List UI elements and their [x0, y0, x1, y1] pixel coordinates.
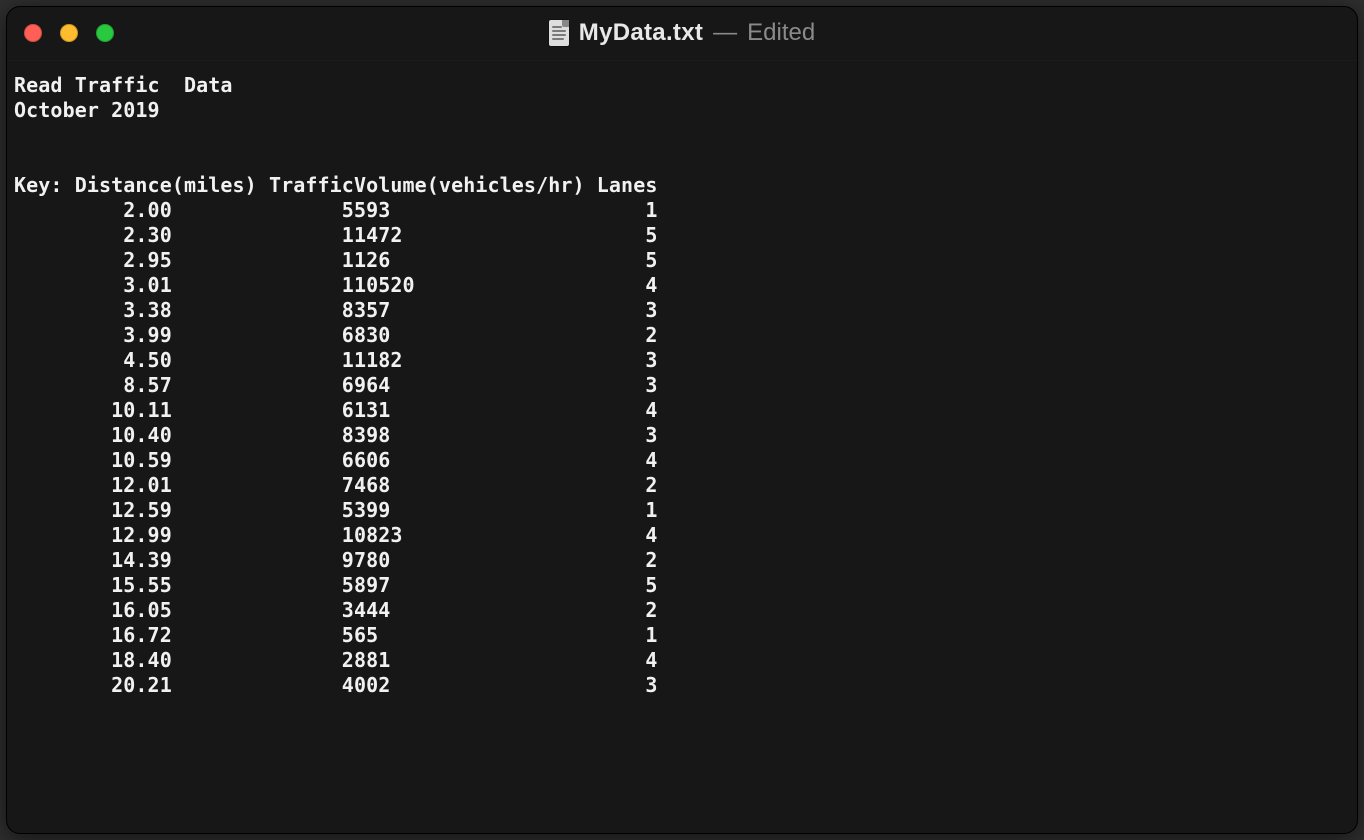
zoom-button[interactable] — [96, 24, 114, 42]
title-separator: — — [713, 19, 737, 47]
textedit-window: MyData.txt — Edited Read Traffic Data Oc… — [6, 6, 1358, 834]
titlebar[interactable]: MyData.txt — Edited — [6, 6, 1358, 61]
minimize-button[interactable] — [60, 24, 78, 42]
window-controls — [24, 24, 114, 42]
document-area[interactable]: Read Traffic Data October 2019 Key: Dist… — [6, 61, 1358, 698]
document-text[interactable]: Read Traffic Data October 2019 Key: Dist… — [14, 73, 1358, 698]
edited-state: Edited — [747, 19, 815, 47]
file-name: MyData.txt — [579, 19, 703, 47]
window-title: MyData.txt — Edited — [6, 6, 1358, 60]
close-button[interactable] — [24, 24, 42, 42]
document-icon — [549, 20, 569, 46]
